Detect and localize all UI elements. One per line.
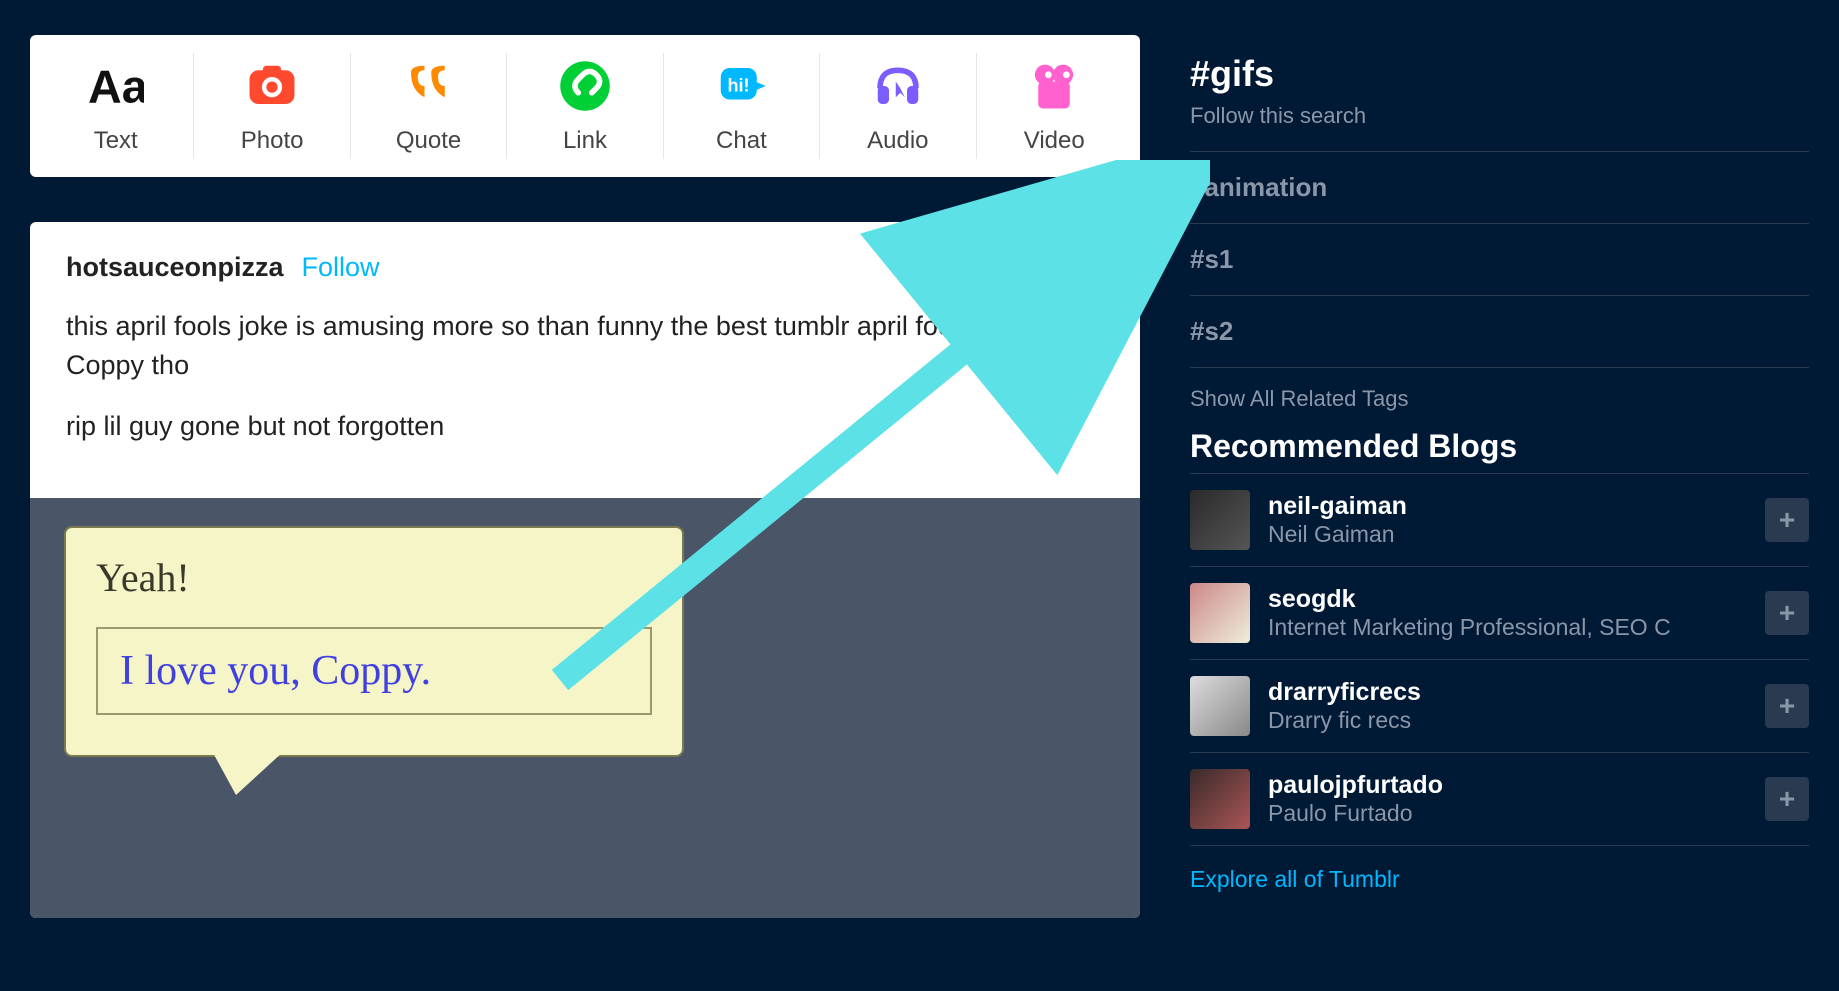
compose-photo[interactable]: Photo xyxy=(194,53,350,159)
blog-desc: Neil Gaiman xyxy=(1268,521,1747,548)
related-tag[interactable]: #s2 xyxy=(1190,296,1809,368)
svg-text:Aa: Aa xyxy=(88,60,144,112)
follow-link[interactable]: Follow xyxy=(302,252,380,283)
svg-text:hi!: hi! xyxy=(728,76,750,96)
blog-item[interactable]: seogdk Internet Marketing Professional, … xyxy=(1190,567,1809,660)
blog-desc: Drarry fic recs xyxy=(1268,707,1747,734)
recommended-blogs-list: neil-gaiman Neil Gaiman + seogdk Interne… xyxy=(1190,473,1809,846)
follow-add-button[interactable]: + xyxy=(1765,684,1809,728)
text-icon: Aa xyxy=(87,57,145,115)
post-card: hotsauceonpizza Follow this april fools … xyxy=(30,222,1140,918)
follow-add-button[interactable]: + xyxy=(1765,591,1809,635)
compose-bar: Aa Text Photo Quote Link xyxy=(30,35,1140,177)
blog-info: seogdk Internet Marketing Professional, … xyxy=(1268,585,1747,641)
post-body: this april fools joke is amusing more so… xyxy=(30,293,1140,498)
compose-label: Audio xyxy=(867,127,928,155)
current-tag: #gifs xyxy=(1190,53,1809,95)
show-all-tags-link[interactable]: Show All Related Tags xyxy=(1190,368,1809,420)
compose-label: Text xyxy=(94,127,138,155)
compose-link[interactable]: Link xyxy=(507,53,663,159)
post-author[interactable]: hotsauceonpizza xyxy=(66,252,284,283)
compose-label: Video xyxy=(1024,127,1085,155)
blog-name: neil-gaiman xyxy=(1268,492,1747,521)
compose-text[interactable]: Aa Text xyxy=(38,53,194,159)
compose-label: Quote xyxy=(396,127,461,155)
blog-name: drarryficrecs xyxy=(1268,678,1747,707)
blog-item[interactable]: paulojpfurtado Paulo Furtado + xyxy=(1190,753,1809,846)
blog-name: seogdk xyxy=(1268,585,1747,614)
blog-desc: Internet Marketing Professional, SEO C xyxy=(1268,614,1747,641)
bubble-text: I love you, Coppy. xyxy=(96,627,652,715)
avatar xyxy=(1190,769,1250,829)
post-paragraph: this april fools joke is amusing more so… xyxy=(66,307,1104,385)
blog-info: paulojpfurtado Paulo Furtado xyxy=(1268,771,1747,827)
post-header: hotsauceonpizza Follow xyxy=(30,222,1140,293)
sidebar: #gifs Follow this search #animation #s1 … xyxy=(1190,35,1809,918)
video-icon xyxy=(1025,57,1083,115)
link-icon xyxy=(556,57,614,115)
bubble-title: Yeah! xyxy=(96,554,652,601)
follow-search-link[interactable]: Follow this search xyxy=(1190,103,1809,129)
recommended-title: Recommended Blogs xyxy=(1190,428,1809,465)
speech-bubble: Yeah! I love you, Coppy. xyxy=(64,526,684,757)
blog-desc: Paulo Furtado xyxy=(1268,800,1747,827)
follow-add-button[interactable]: + xyxy=(1765,498,1809,542)
blog-item[interactable]: neil-gaiman Neil Gaiman + xyxy=(1190,474,1809,567)
quote-icon xyxy=(400,57,458,115)
bubble-tail-icon xyxy=(206,740,296,795)
audio-icon xyxy=(869,57,927,115)
post-paragraph: rip lil guy gone but not forgotten xyxy=(66,407,1104,446)
explore-link[interactable]: Explore all of Tumblr xyxy=(1190,866,1809,893)
blog-info: neil-gaiman Neil Gaiman xyxy=(1268,492,1747,548)
compose-chat[interactable]: hi! Chat xyxy=(664,53,820,159)
avatar xyxy=(1190,676,1250,736)
compose-label: Chat xyxy=(716,127,767,155)
compose-video[interactable]: Video xyxy=(977,53,1132,159)
follow-add-button[interactable]: + xyxy=(1765,777,1809,821)
compose-quote[interactable]: Quote xyxy=(351,53,507,159)
avatar xyxy=(1190,490,1250,550)
chat-icon: hi! xyxy=(712,57,770,115)
related-tag[interactable]: #animation xyxy=(1190,152,1809,224)
related-tags-list: #animation #s1 #s2 xyxy=(1190,151,1809,368)
avatar xyxy=(1190,583,1250,643)
compose-audio[interactable]: Audio xyxy=(820,53,976,159)
photo-icon xyxy=(243,57,301,115)
post-image: Yeah! I love you, Coppy. xyxy=(30,498,1140,918)
blog-name: paulojpfurtado xyxy=(1268,771,1747,800)
compose-label: Link xyxy=(563,127,607,155)
blog-info: drarryficrecs Drarry fic recs xyxy=(1268,678,1747,734)
blog-item[interactable]: drarryficrecs Drarry fic recs + xyxy=(1190,660,1809,753)
related-tag[interactable]: #s1 xyxy=(1190,224,1809,296)
compose-label: Photo xyxy=(241,127,304,155)
